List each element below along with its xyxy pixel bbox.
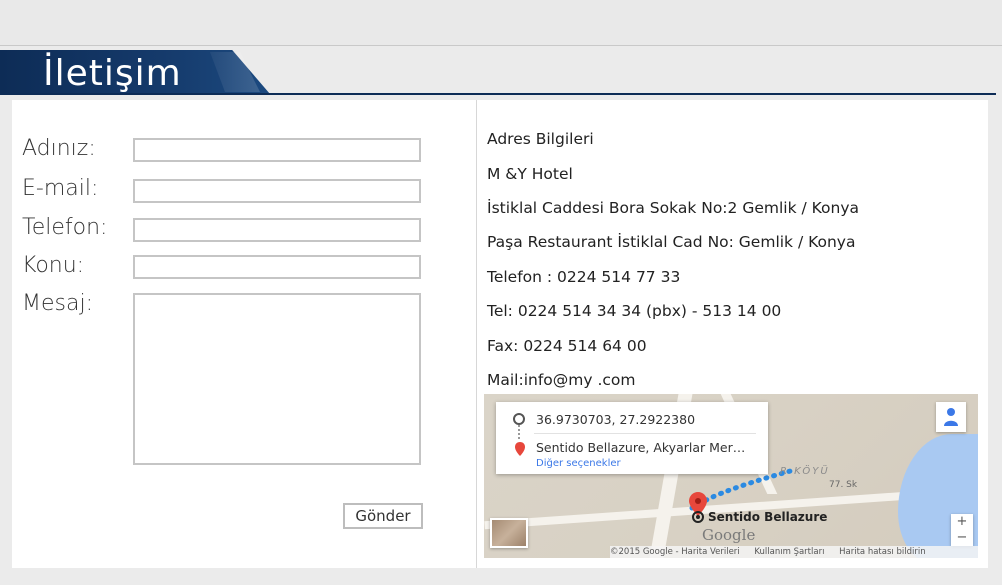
street-label: 77. Sk — [829, 480, 858, 490]
map-footer: ©2015 Google - Harita Verileri Kullanım … — [610, 546, 978, 558]
embedded-map[interactable]: Sentido Bellazure R KÖYÜ 77. Sk Google 3… — [484, 394, 978, 558]
address-heading: Adres Bilgileri — [487, 130, 594, 148]
map-terms-link[interactable]: Kullanım Şartları — [754, 547, 824, 557]
street-view-button[interactable] — [936, 402, 966, 432]
target-icon — [692, 511, 704, 523]
area-label: R KÖYÜ — [780, 466, 830, 477]
dots-connector — [518, 425, 520, 439]
fax-text: Fax: 0224 514 64 00 — [487, 337, 647, 355]
submit-button[interactable]: Gönder — [343, 503, 423, 529]
origin-circle-icon — [513, 413, 525, 425]
map-copyright: ©2015 Google - Harita Verileri — [610, 547, 740, 557]
destination-small-pin-icon — [515, 442, 525, 456]
phone-field[interactable] — [133, 218, 421, 242]
tel-text: Tel: 0224 514 34 34 (pbx) - 513 14 00 — [487, 302, 782, 320]
phone-label: Telefon: — [22, 215, 108, 240]
more-options-link[interactable]: Diğer seçenekler — [536, 458, 621, 469]
zoom-out-button[interactable]: − — [951, 530, 973, 546]
zoom-in-button[interactable]: + — [951, 514, 973, 530]
google-logo: Google — [702, 526, 756, 544]
pegman-icon — [944, 408, 958, 426]
origin-coordinates: 36.9730703, 27.2922380 — [536, 412, 696, 427]
subject-label: Konu: — [22, 253, 85, 278]
card-separator — [534, 433, 756, 434]
address-line-1: İstiklal Caddesi Bora Sokak No:2 Gemlik … — [487, 199, 859, 217]
phone-text: Telefon : 0224 514 77 33 — [487, 268, 681, 286]
directions-card: 36.9730703, 27.2922380 Sentido Bellazure… — [496, 402, 768, 474]
top-divider — [0, 45, 1002, 46]
page-title: İletişim — [43, 53, 182, 94]
email-label: E-mail: — [22, 176, 99, 201]
satellite-toggle-button[interactable] — [490, 518, 528, 548]
name-label: Adınız: — [22, 136, 96, 161]
email-field[interactable] — [133, 179, 421, 203]
zoom-control: + − — [951, 514, 973, 546]
top-bar — [0, 0, 1002, 46]
subject-field[interactable] — [133, 255, 421, 279]
hotel-name: M &Y Hotel — [487, 165, 573, 183]
message-label: Mesaj: — [22, 291, 93, 316]
destination-label: Sentido Bellazure — [708, 510, 828, 524]
destination-name: Sentido Bellazure, Akyarlar Mer… — [536, 440, 746, 455]
column-divider — [476, 100, 477, 568]
name-field[interactable] — [133, 138, 421, 162]
map-report-link[interactable]: Harita hatası bildirin — [839, 547, 925, 557]
mail-text: Mail:info@my .com — [487, 371, 636, 389]
message-textarea[interactable] — [133, 293, 421, 465]
address-line-2: Paşa Restaurant İstiklal Cad No: Gemlik … — [487, 233, 856, 251]
